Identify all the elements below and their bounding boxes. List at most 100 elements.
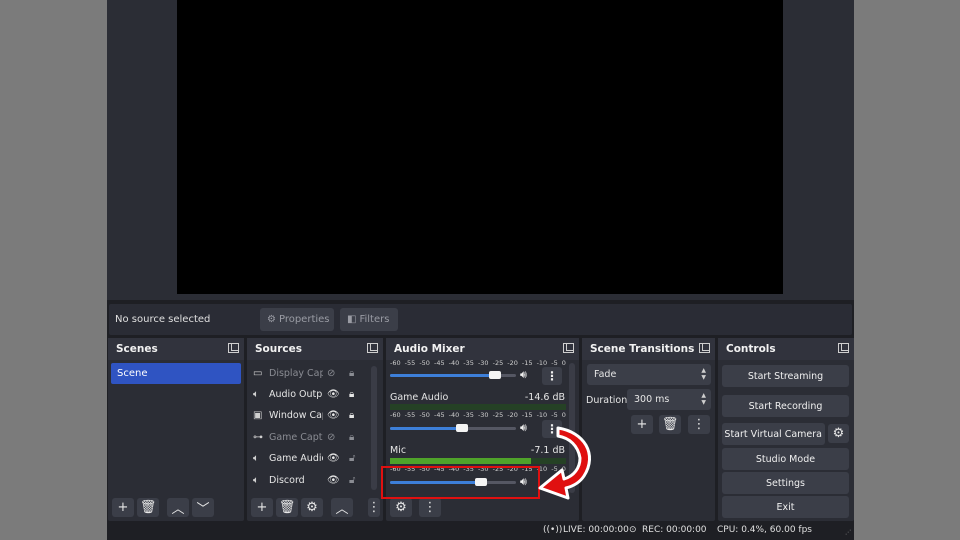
scene-item[interactable]: Scene (111, 363, 241, 384)
source-menu-button[interactable]: ⋮ (367, 498, 381, 517)
source-item[interactable]: 🔈︎ Discord 👁︎ 🔓︎ (253, 471, 365, 490)
transition-menu-button[interactable]: ⋮ (688, 415, 710, 434)
add-source-button[interactable]: + (251, 498, 273, 517)
volume-slider[interactable] (390, 368, 516, 382)
speaker-icon[interactable]: 🔊︎ (520, 421, 527, 435)
unlock-icon[interactable]: 🔓︎ (349, 475, 355, 486)
lock-icon[interactable]: 🔒︎ (349, 368, 354, 379)
spin-arrows-icon[interactable]: ▲ ▼ (701, 392, 706, 406)
lock-icon[interactable]: 🔒︎ (349, 410, 354, 421)
status-bar: ((•)) LIVE: 00:00:00 ⊙ REC: 00:00:00 CPU… (107, 521, 854, 540)
exit-button[interactable]: Exit (722, 496, 849, 518)
source-item[interactable]: 🔈︎ Game Audio 👁︎ 🔓︎ (253, 449, 365, 468)
source-item[interactable]: 🔈︎ Audio Outpu 👁︎ 🔒︎ (253, 385, 365, 404)
channel-menu-button[interactable]: ⋮ (542, 367, 562, 385)
source-properties-button[interactable]: ⚙ (301, 498, 323, 517)
controls-dock: Controls Start Streaming Start Recording… (718, 338, 854, 521)
meter-scale: -60 -55 -50 -45 -40 -35 -30 -25 -20 -15 -10 -5 0 (390, 359, 566, 367)
undock-icon[interactable] (838, 343, 849, 353)
undock-icon[interactable] (563, 343, 574, 353)
scale-tick-label: -30 (477, 359, 489, 367)
select-arrows-icon: ▲ ▼ (701, 367, 706, 381)
scale-tick-label: -50 (419, 411, 430, 419)
channel-db: -14.6 dB (524, 392, 565, 403)
scale-tick-label: 0 (561, 411, 566, 419)
record-icon: ⊙ (629, 525, 637, 535)
eye-icon[interactable]: 👁︎ (327, 453, 340, 464)
hidden-eye-icon[interactable]: ⊘ (327, 368, 335, 379)
volume-slider[interactable] (390, 421, 516, 435)
remove-transition-button[interactable]: 🗑 (659, 415, 681, 434)
monitor-icon: ▭ (253, 368, 263, 379)
channel-name: Mic (390, 445, 407, 456)
virtual-camera-settings-button[interactable]: ⚙ (828, 424, 849, 443)
scale-tick-label: -5 (551, 411, 558, 419)
add-scene-button[interactable]: + (112, 498, 134, 517)
speaker-icon[interactable]: 🔊︎ (520, 368, 527, 382)
source-item[interactable]: ▭ Display Capt ⊘ 🔒︎ (253, 364, 365, 383)
speaker-icon: 🔈︎ (253, 475, 259, 486)
obs-window: No source selected ⚙ Properties ◧ Filter… (107, 0, 854, 540)
lock-icon[interactable]: 🔒︎ (349, 389, 354, 400)
move-source-up-button[interactable]: ︿ (331, 498, 353, 517)
duration-spinbox[interactable]: 300 ms ▲ ▼ (627, 389, 711, 410)
start-recording-button[interactable]: Start Recording (722, 395, 849, 417)
transition-select[interactable]: Fade ▲ ▼ (587, 364, 711, 385)
eye-icon[interactable]: 👁︎ (327, 410, 340, 421)
filters-button[interactable]: ◧ Filters (340, 308, 398, 331)
settings-button[interactable]: Settings (722, 472, 849, 494)
remove-scene-button[interactable]: 🗑 (137, 498, 159, 517)
trash-icon: 🗑 (139, 500, 157, 515)
undock-icon[interactable] (699, 343, 710, 353)
trash-icon: 🗑 (278, 500, 296, 515)
eye-icon[interactable]: 👁︎ (327, 389, 340, 400)
source-item[interactable]: ▣ Window Cap 👁︎ 🔒︎ (253, 406, 365, 425)
scale-tick-label: -40 (448, 411, 460, 419)
scenes-dock: Scenes Scene + 🗑 ︿ ﹀ (108, 338, 244, 521)
duration-label: Duration (586, 395, 628, 406)
kebab-icon: ⋮ (546, 369, 558, 383)
scale-tick-label: -40 (448, 359, 460, 367)
add-transition-button[interactable]: + (631, 415, 653, 434)
no-source-label: No source selected (115, 314, 211, 325)
kebab-icon: ⋮ (367, 500, 381, 515)
controls-header: Controls (718, 338, 854, 360)
scale-tick-label: -35 (463, 411, 474, 419)
undock-icon[interactable] (228, 343, 239, 353)
gamepad-icon: ⊶ (253, 432, 263, 443)
undock-icon[interactable] (367, 343, 378, 353)
mixer-settings-button[interactable]: ⚙ (390, 498, 412, 517)
studio-mode-button[interactable]: Studio Mode (722, 448, 849, 470)
cpu-fps: CPU: 0.4%, 60.00 fps (717, 525, 812, 535)
mixer-menu-button[interactable]: ⋮ (419, 498, 441, 517)
hidden-eye-icon[interactable]: ⊘ (327, 432, 335, 443)
unlock-icon[interactable]: 🔓︎ (349, 453, 355, 464)
channel-name: Game Audio (390, 392, 449, 403)
scale-tick-label: -20 (507, 359, 518, 367)
rec-timer: REC: 00:00:00 (642, 525, 707, 535)
source-item[interactable]: ⊶ Game Captu ⊘ 🔒︎ (253, 428, 365, 447)
scale-tick-label: -10 (536, 359, 548, 367)
properties-button[interactable]: ⚙ Properties (260, 308, 334, 331)
scenes-header: Scenes (108, 338, 244, 360)
move-scene-down-button[interactable]: ﹀ (192, 498, 214, 517)
preview-canvas[interactable] (177, 0, 783, 294)
remove-source-button[interactable]: 🗑 (276, 498, 298, 517)
scale-tick-label: -50 (419, 359, 430, 367)
scene-transitions-title: Scene Transitions (590, 343, 695, 355)
audio-mixer-title: Audio Mixer (394, 343, 465, 355)
eye-icon[interactable]: 👁︎ (327, 475, 340, 486)
sources-scrollbar[interactable] (371, 366, 377, 490)
start-virtual-camera-button[interactable]: Start Virtual Camera (722, 423, 825, 445)
window-icon: ▣ (253, 410, 263, 421)
lock-icon[interactable]: 🔒︎ (349, 432, 354, 443)
scale-tick-label: -55 (404, 359, 416, 367)
resize-grip-icon[interactable]: ⋰ (845, 529, 851, 536)
plus-icon: + (636, 417, 648, 432)
move-scene-up-button[interactable]: ︿ (167, 498, 189, 517)
kebab-icon: ⋮ (423, 500, 437, 515)
scale-tick-label: -30 (477, 411, 489, 419)
start-streaming-button[interactable]: Start Streaming (722, 365, 849, 387)
gear-icon: ⚙ (267, 314, 276, 325)
trash-icon: 🗑 (661, 417, 679, 432)
